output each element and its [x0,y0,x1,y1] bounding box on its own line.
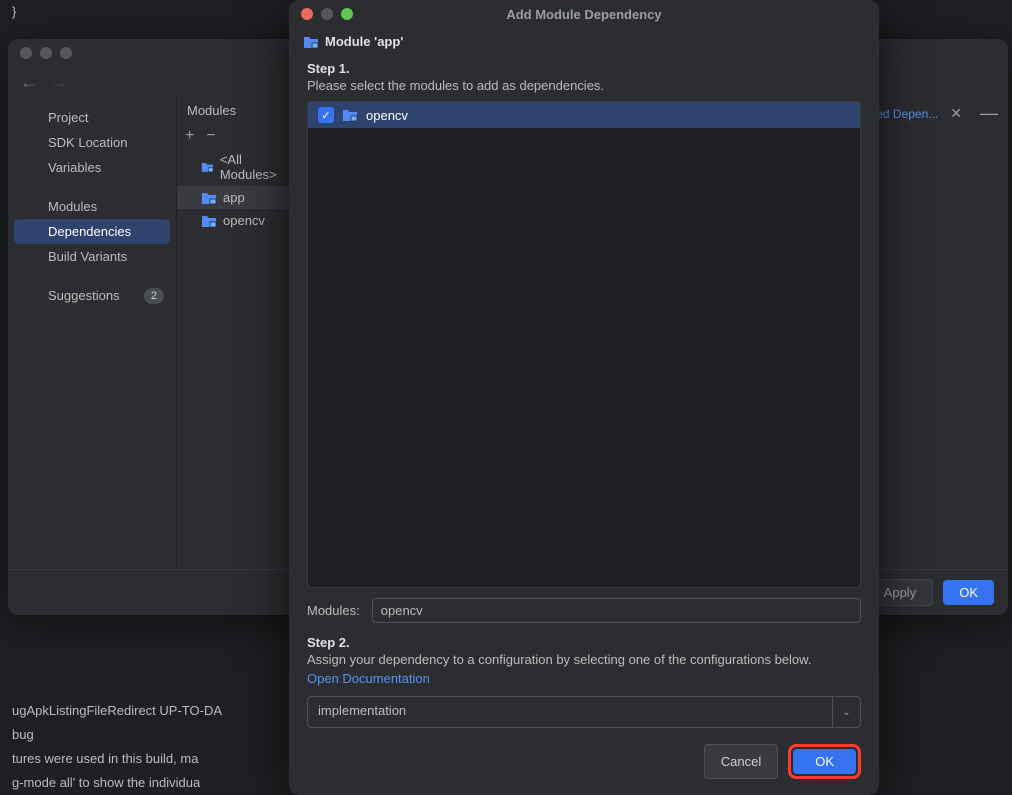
folder-icon [201,160,214,174]
configuration-select-value[interactable]: implementation [307,696,833,728]
module-item-all[interactable]: <All Modules> [177,148,294,186]
close-icon[interactable] [301,8,313,20]
suggestions-badge: 2 [144,288,164,304]
open-documentation-link[interactable]: Open Documentation [289,669,879,696]
ok-button-highlight: OK [788,744,861,779]
forward-arrow-icon[interactable]: → [50,72,68,93]
nav-item-variables[interactable]: Variables [8,155,176,180]
ok-button[interactable]: OK [793,749,856,774]
step1-header: Step 1. [289,55,879,76]
dialog-title: Add Module Dependency [289,7,879,22]
step2-header: Step 2. [289,629,879,650]
declared-dependencies-link[interactable]: ed Depen... [876,107,938,121]
add-icon[interactable]: + [185,127,194,145]
module-item-app[interactable]: app [177,186,294,209]
nav-item-build-variants[interactable]: Build Variants [8,244,176,269]
modules-input-label: Modules: [307,603,360,618]
module-row-opencv[interactable]: ✓ opencv [308,102,860,128]
nav-item-sdk[interactable]: SDK Location [8,130,176,155]
minimize-icon[interactable] [321,8,333,20]
remove-icon[interactable]: − [206,127,215,145]
folder-icon [201,191,217,205]
maximize-icon[interactable] [341,8,353,20]
dialog-footer: Cancel OK [289,728,879,795]
dialog-titlebar: Add Module Dependency [289,0,879,28]
cancel-button[interactable]: Cancel [704,744,778,779]
close-icon[interactable]: ✕ [950,105,962,122]
add-module-dependency-dialog: Add Module Dependency Module 'app' Step … [289,0,879,795]
minimize-icon[interactable] [40,47,52,59]
chevron-down-icon[interactable]: ⌄ [833,696,861,728]
dialog-module-label: Module 'app' [289,28,879,55]
nav-item-project[interactable]: Project [8,105,176,130]
back-arrow-icon[interactable]: ← [20,72,38,93]
nav-item-dependencies[interactable]: Dependencies [14,219,170,244]
nav-item-suggestions[interactable]: Suggestions 2 [8,283,176,308]
folder-icon [303,35,319,49]
folder-icon [342,108,358,122]
nav-item-modules[interactable]: Modules [8,194,176,219]
configuration-select[interactable]: implementation ⌄ [307,696,861,728]
minimize-icon[interactable]: — [980,103,998,124]
close-icon[interactable] [20,47,32,59]
step1-description: Please select the modules to add as depe… [289,76,879,101]
modules-input[interactable] [372,598,861,623]
modules-header: Modules [177,97,294,124]
step2-description: Assign your dependency to a configuratio… [289,650,879,669]
module-item-opencv[interactable]: opencv [177,209,294,232]
checkbox-checked-icon[interactable]: ✓ [318,107,334,123]
dependency-module-list[interactable]: ✓ opencv [307,101,861,588]
folder-icon [201,214,217,228]
modules-panel: Modules + − <All Modules> app opencv [176,97,294,569]
settings-nav-sidebar: Project SDK Location Variables Modules D… [8,97,176,569]
ok-button[interactable]: OK [943,580,994,605]
maximize-icon[interactable] [60,47,72,59]
module-row-label: opencv [366,108,408,123]
